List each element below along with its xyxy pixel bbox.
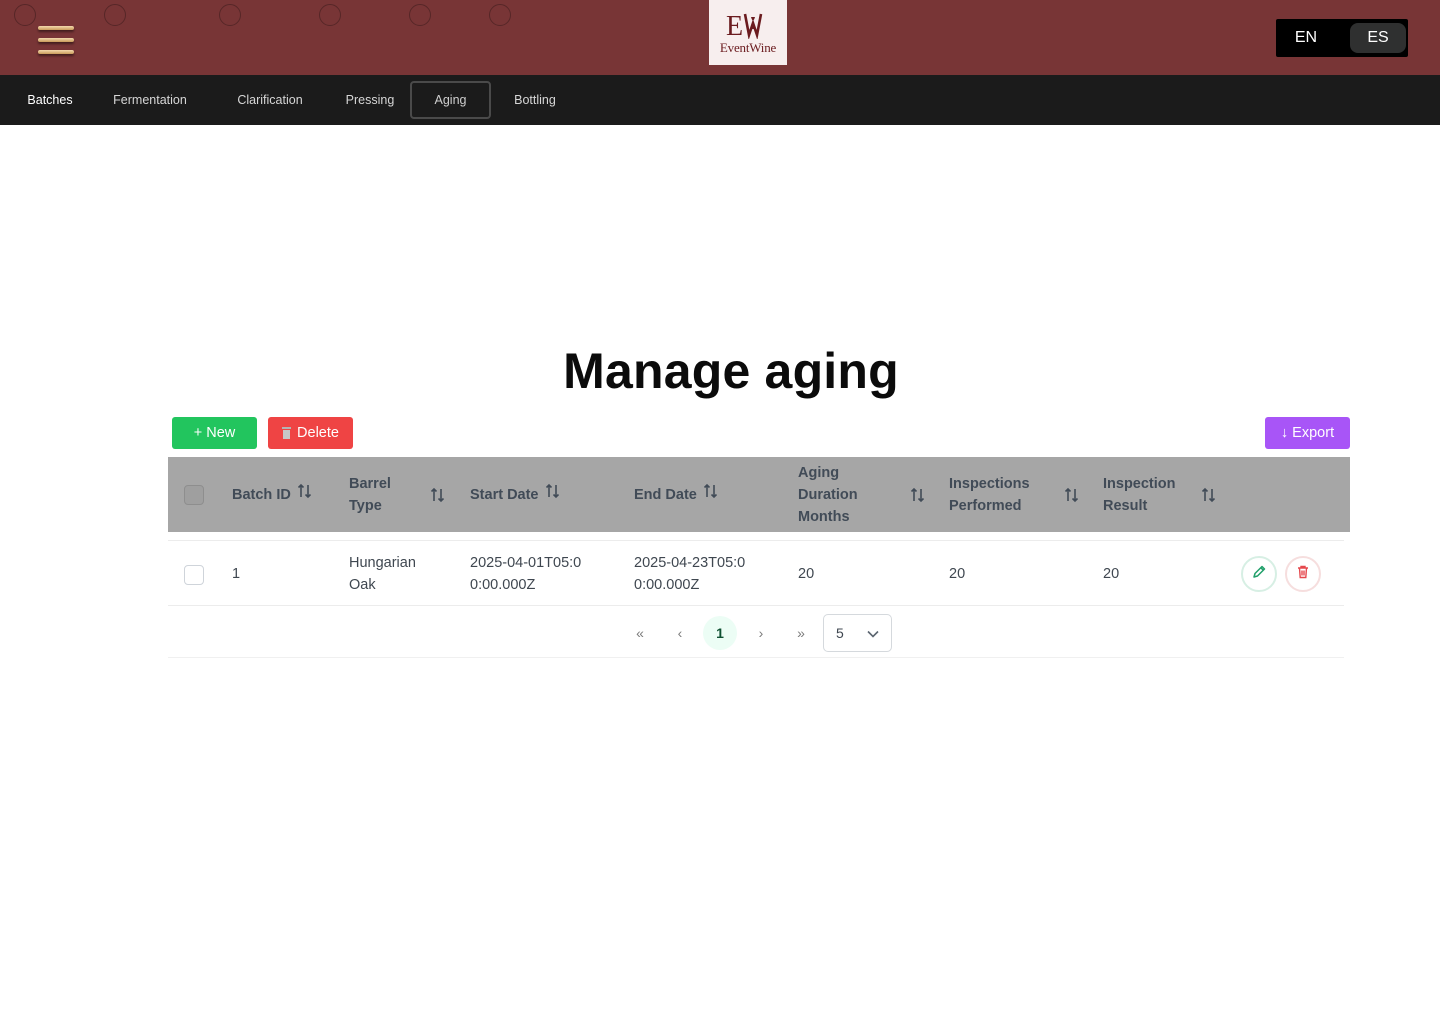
trash-icon (282, 427, 292, 439)
column-label: Inspection Result (1103, 475, 1176, 514)
decorative-circle (319, 4, 341, 26)
cell-barrel-type: Hungarian Oak (349, 555, 416, 593)
decorative-circle (219, 4, 241, 26)
page-title: Manage aging (563, 343, 899, 399)
table-row: 1 Hungarian Oak 2025-04-01T05:00:00.000Z… (168, 540, 1344, 606)
tab-navigation: Batches Fermentation Clarification Press… (0, 75, 1440, 125)
decorative-circle (489, 4, 511, 26)
select-all-checkbox[interactable] (184, 485, 204, 505)
export-button[interactable]: ↓ Export (1265, 417, 1350, 449)
page-button-current[interactable]: 1 (703, 616, 737, 650)
delete-button[interactable]: Delete (268, 417, 353, 449)
column-header-end-date[interactable]: End Date (634, 457, 744, 532)
logo-text: EventWine (719, 40, 777, 55)
new-button-label: + New (193, 425, 236, 441)
trash-icon (1295, 564, 1311, 585)
sort-icon[interactable] (430, 487, 446, 508)
column-label: Batch ID (232, 486, 291, 503)
cell-inspection-result: 20 (1103, 566, 1120, 582)
export-button-label: ↓ Export (1280, 425, 1335, 441)
first-page-button[interactable]: « (623, 616, 657, 650)
column-header-inspections-performed[interactable]: Inspections Performed (949, 457, 1039, 532)
decorative-circle (14, 4, 36, 26)
sort-icon[interactable] (1201, 487, 1217, 508)
rows-per-page-select[interactable]: 5 (823, 614, 892, 652)
tab-batches[interactable]: Batches (16, 81, 84, 119)
column-header-start-date[interactable]: Start Date (470, 457, 580, 532)
prev-page-button[interactable]: ‹ (663, 616, 697, 650)
rows-per-page-value: 5 (836, 625, 844, 641)
delete-button-label: Delete (297, 425, 339, 441)
table-header: Batch ID Barrel Type Start Date End Date… (168, 457, 1350, 532)
tab-fermentation[interactable]: Fermentation (100, 81, 200, 119)
column-label: End Date (634, 486, 697, 503)
sort-icon[interactable] (1064, 487, 1080, 508)
language-en-button[interactable]: EN (1278, 23, 1334, 53)
column-label: Start Date (470, 486, 539, 503)
sort-icon[interactable] (910, 487, 926, 508)
tab-bottling[interactable]: Bottling (500, 81, 570, 119)
column-header-inspection-result[interactable]: Inspection Result (1103, 457, 1183, 532)
cell-aging-duration-months: 20 (798, 566, 815, 582)
last-page-button[interactable]: » (784, 616, 818, 650)
menu-icon[interactable] (38, 24, 76, 60)
row-checkbox[interactable] (184, 565, 204, 585)
new-button[interactable]: + New (172, 417, 257, 449)
edit-button[interactable] (1241, 556, 1277, 592)
column-header-batch-id[interactable]: Batch ID (232, 457, 342, 532)
next-page-button[interactable]: › (744, 616, 778, 650)
column-header-barrel-type[interactable]: Barrel Type (349, 457, 409, 532)
decorative-circle (409, 4, 431, 26)
cell-batch-id: 1 (232, 566, 241, 582)
cell-end-date: 2025-04-23T05:00:00.000Z (634, 555, 746, 593)
sort-icon[interactable] (545, 483, 561, 506)
column-label: Inspections Performed (949, 475, 1030, 514)
column-header-aging-duration-months[interactable]: Aging Duration Months (798, 457, 868, 532)
logo[interactable]: E EventWine (709, 0, 787, 65)
language-switcher: EN ES (1276, 19, 1408, 57)
paginator: « ‹ 1 › » 5 (168, 606, 1344, 658)
tab-pressing[interactable]: Pressing (336, 81, 404, 119)
decorative-circle (104, 4, 126, 26)
delete-row-button[interactable] (1285, 556, 1321, 592)
svg-text:E: E (726, 11, 743, 39)
column-label: Aging Duration Months (798, 464, 858, 525)
tab-clarification[interactable]: Clarification (222, 81, 318, 119)
sort-icon[interactable] (703, 483, 719, 506)
chevron-down-icon (866, 627, 880, 644)
logo-mark: E (726, 7, 770, 39)
sort-icon[interactable] (297, 483, 313, 506)
column-label: Barrel Type (349, 475, 391, 514)
top-header: E EventWine EN ES (0, 0, 1440, 75)
language-es-button[interactable]: ES (1350, 23, 1406, 53)
cell-inspections-performed: 20 (949, 566, 966, 582)
cell-start-date: 2025-04-01T05:00:00.000Z (470, 555, 582, 593)
edit-icon (1251, 564, 1267, 585)
tab-aging[interactable]: Aging (410, 81, 491, 119)
